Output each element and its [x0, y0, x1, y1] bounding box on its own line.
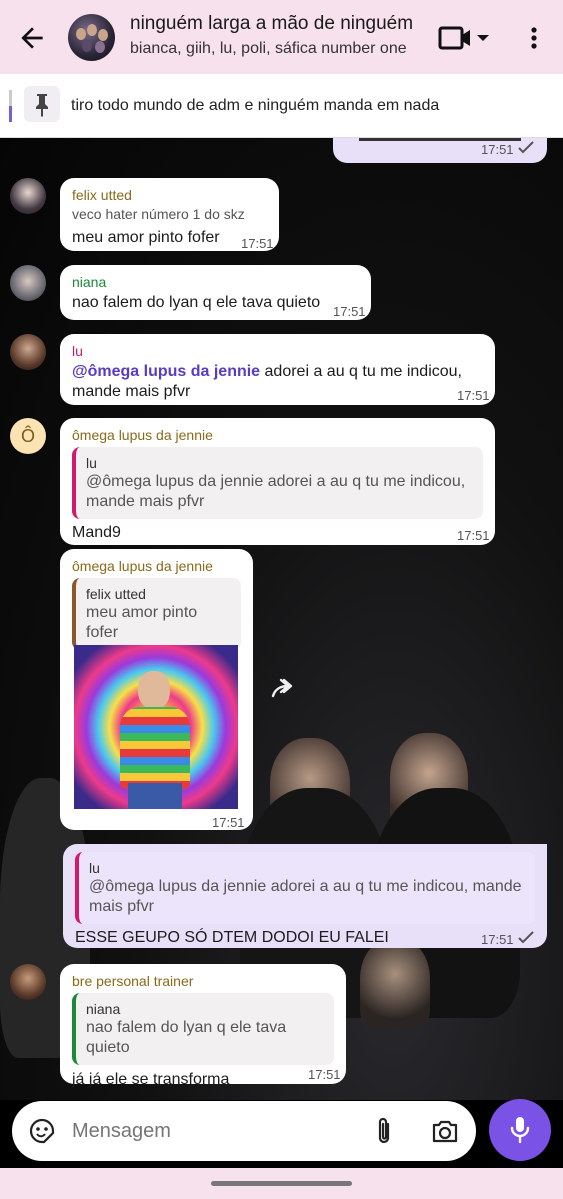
message-sender[interactable]: bre personal trainer — [72, 972, 334, 990]
avatar[interactable] — [10, 178, 46, 214]
voice-record-button[interactable] — [489, 1099, 551, 1161]
message-sender[interactable]: niana — [72, 273, 359, 291]
chat-header: ninguém larga a mão de ninguém bianca, g… — [0, 0, 563, 74]
wallpaper-figure — [360, 938, 430, 1028]
message-incoming[interactable]: felix utted veco hater número 1 do skz m… — [60, 178, 279, 251]
message-sender[interactable]: ômega lupus da jennie — [72, 557, 241, 575]
message-time: 17:51 — [212, 815, 245, 830]
avatar-initial: Ô — [20, 425, 35, 446]
message-incoming[interactable]: bre personal trainer niana nao falem do … — [60, 964, 346, 1088]
avatar[interactable] — [10, 265, 46, 301]
message-time: 17:51 — [241, 236, 274, 251]
quoted-text: @ômega lupus da jennie adorei a au q tu … — [89, 878, 522, 915]
message-sender[interactable]: lu — [72, 342, 483, 360]
message-sender[interactable]: ômega lupus da jennie — [72, 426, 483, 444]
back-arrow-icon[interactable] — [16, 22, 48, 54]
message-incoming[interactable]: lu @ômega lupus da jennie adorei a au q … — [60, 334, 495, 405]
quoted-message[interactable]: felix utted meu amor pinto fofer — [72, 578, 241, 650]
chat-title[interactable]: ninguém larga a mão de ninguém — [130, 13, 420, 35]
message-time: 17:51 — [481, 932, 514, 947]
message-text: ESSE GEUPO SÓ DTEM DODOI EU FALEI — [75, 929, 389, 946]
message-text: meu amor pinto fofer — [72, 229, 220, 246]
image-person-legs — [128, 783, 182, 809]
sender-status: veco hater número 1 do skz — [72, 206, 245, 222]
more-vert-icon[interactable] — [522, 22, 546, 54]
quoted-text: meu amor pinto fofer — [86, 604, 198, 641]
message-text: nao falem do lyan q ele tava quieto — [72, 294, 321, 311]
camera-icon[interactable] — [430, 1117, 460, 1145]
pinned-text: tiro todo mundo de adm e ninguém manda e… — [71, 97, 440, 114]
pinned-indicator — [9, 90, 12, 122]
message-incoming[interactable]: ômega lupus da jennie felix utted meu am… — [60, 549, 253, 830]
video-call-icon[interactable] — [437, 22, 493, 54]
quoted-message[interactable]: niana nao falem do lyan q ele tava quiet… — [72, 993, 334, 1065]
message-time: 17:51 — [333, 304, 366, 319]
attach-icon[interactable] — [372, 1116, 396, 1146]
message-composer[interactable] — [12, 1101, 476, 1161]
image-person-head — [138, 671, 170, 709]
message-time: 17:51 — [457, 388, 490, 403]
quoted-message[interactable]: lu @ômega lupus da jennie adorei a au q … — [72, 447, 483, 519]
pinned-message-bar[interactable]: tiro todo mundo de adm e ninguém manda e… — [0, 74, 563, 138]
quoted-message[interactable]: lu @ômega lupus da jennie adorei a au q … — [75, 852, 535, 924]
message-time: 17:51 — [481, 142, 514, 157]
message-sender[interactable]: felix utted — [72, 186, 267, 204]
message-time: 17:51 — [457, 528, 490, 543]
message-input[interactable] — [72, 1113, 362, 1149]
forward-icon[interactable] — [270, 676, 300, 700]
message-outgoing[interactable]: lu @ômega lupus da jennie adorei a au q … — [63, 844, 547, 948]
pin-icon[interactable] — [24, 86, 60, 122]
message-text: Mand9 — [72, 524, 121, 541]
avatar[interactable]: Ô — [10, 418, 46, 454]
avatar[interactable] — [10, 964, 46, 1000]
message-outgoing[interactable]: 17:51 — [333, 138, 547, 163]
quoted-sender: felix utted — [86, 586, 146, 602]
read-check-icon — [518, 931, 534, 944]
sticker-icon[interactable] — [28, 1117, 56, 1145]
quoted-sender: niana — [86, 1001, 121, 1017]
microphone-icon — [510, 1117, 530, 1144]
quoted-sender: lu — [89, 860, 100, 876]
shared-image[interactable] — [74, 645, 238, 809]
quoted-text: @ômega lupus da jennie adorei a au q tu … — [86, 473, 466, 510]
message-time: 17:51 — [308, 1067, 341, 1082]
read-check-icon — [518, 141, 534, 154]
group-avatar[interactable] — [68, 14, 115, 61]
message-list[interactable]: 17:51 felix utted veco hater número 1 do… — [0, 138, 563, 1100]
chevron-down-icon — [477, 35, 489, 41]
mention-link[interactable]: @ômega lupus da jennie — [72, 363, 260, 380]
home-gesture-handle[interactable] — [211, 1181, 352, 1186]
message-text: já já ele se transforma — [72, 1071, 230, 1088]
avatar[interactable] — [10, 334, 46, 370]
image-person-body — [120, 707, 190, 789]
message-incoming[interactable]: niana nao falem do lyan q ele tava quiet… — [60, 265, 371, 320]
system-nav-bar — [0, 1168, 563, 1199]
chat-members[interactable]: bianca, giih, lu, poli, sáfica number on… — [130, 40, 415, 58]
message-incoming[interactable]: ômega lupus da jennie lu @ômega lupus da… — [60, 418, 495, 545]
quoted-sender: lu — [86, 455, 97, 471]
quoted-text: nao falem do lyan q ele tava quieto — [86, 1019, 287, 1056]
